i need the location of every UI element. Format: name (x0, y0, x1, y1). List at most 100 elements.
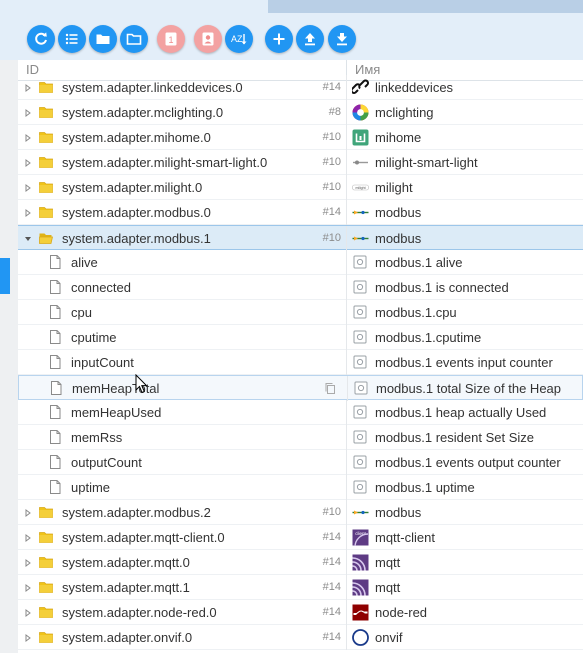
folder-icon (39, 130, 53, 144)
refresh-button[interactable] (27, 25, 55, 53)
table-row[interactable]: system.adapter.milight.0 #10 milight miligh… (18, 175, 583, 200)
state-row[interactable]: cputime modbus.1.cputime (18, 325, 583, 350)
bulb-icon (352, 154, 369, 171)
state-icon (352, 354, 369, 371)
collapse-folders-button[interactable] (89, 25, 117, 53)
object-id: system.adapter.mqtt.0 (62, 555, 190, 570)
state-row[interactable]: memHeapUsed modbus.1 heap actually Used (18, 400, 583, 425)
child-count-badge: #14 (322, 206, 341, 218)
mqtt-icon (352, 579, 369, 596)
upload-button[interactable] (296, 25, 324, 53)
user-filter-button[interactable] (194, 25, 222, 53)
expand-arrow-icon[interactable] (22, 500, 34, 525)
download-icon (337, 33, 347, 46)
expand-arrow-icon[interactable] (22, 100, 34, 125)
folder-icon (96, 34, 110, 44)
add-object-button[interactable] (265, 25, 293, 53)
toolbar: 1 AZ (0, 0, 583, 60)
state-row[interactable]: outputCount modbus.1 events output counte… (18, 450, 583, 475)
expand-arrow-icon[interactable] (22, 150, 34, 175)
expand-arrow-icon[interactable] (22, 125, 34, 150)
count-filter-button[interactable]: 1 (157, 25, 185, 53)
expand-arrow-icon[interactable] (22, 525, 34, 550)
object-id: memRss (71, 430, 123, 445)
svg-text:client: client (355, 531, 366, 536)
expand-arrow-icon[interactable] (22, 200, 34, 225)
object-name: modbus.1 resident Set Size (375, 430, 534, 445)
expand-arrow-icon[interactable] (22, 625, 34, 650)
table-row[interactable]: system.adapter.onvif.0 #14 onvif (18, 625, 583, 650)
object-name: milight-smart-light (375, 155, 478, 170)
state-row[interactable]: memHeapTotal modbus.1 total Size of the H… (18, 375, 583, 401)
object-id: system.adapter.onvif.0 (62, 630, 193, 645)
expand-arrow-icon[interactable] (22, 575, 34, 600)
table-row[interactable]: system.adapter.mqtt.0 #14 mqtt (18, 550, 583, 575)
object-name: mihome (375, 130, 422, 145)
child-count-badge: #10 (322, 156, 341, 168)
sort-button[interactable]: AZ (225, 25, 253, 53)
table-row[interactable]: system.adapter.modbus.2 #10 modbus (18, 500, 583, 525)
object-name: modbus.1 heap actually Used (375, 405, 547, 420)
file-icon (48, 330, 62, 344)
mqtt-icon (352, 554, 369, 571)
state-icon (352, 279, 369, 296)
folder-icon (39, 605, 53, 619)
state-row[interactable]: uptime modbus.1 uptime (18, 475, 583, 500)
column-divider (346, 125, 347, 150)
svg-text:1: 1 (168, 35, 173, 45)
file-icon (48, 405, 62, 419)
table-row[interactable]: system.adapter.milight-smart-light.0 #10 m… (18, 150, 583, 175)
column-divider (346, 226, 347, 251)
objects-tree-table: ID Имя system.adapter.linkeddevices.0 #14… (18, 60, 583, 653)
table-row[interactable]: system.adapter.mqtt.1 #14 mqtt (18, 575, 583, 600)
column-divider (346, 300, 347, 325)
table-row[interactable]: system.adapter.node-red.0 #14 node-red (18, 600, 583, 625)
download-button[interactable] (328, 25, 356, 53)
svg-text:milight: milight (355, 186, 365, 190)
folder-icon (39, 530, 53, 544)
modbus-icon (352, 230, 369, 247)
node-red-icon (352, 604, 369, 621)
upload-icon (305, 33, 315, 46)
object-id: memHeapUsed (71, 405, 162, 420)
expand-folders-button[interactable] (120, 25, 148, 53)
state-row[interactable]: cpu modbus.1.cpu (18, 300, 583, 325)
sort-az-icon: AZ (231, 34, 247, 45)
table-row[interactable]: system.adapter.mihome.0 #10 mihome (18, 125, 583, 150)
object-name: onvif (375, 630, 403, 645)
expand-arrow-icon[interactable] (22, 600, 34, 625)
object-id: system.adapter.milight-smart-light.0 (62, 155, 268, 170)
column-divider (346, 150, 347, 175)
state-row[interactable]: connected modbus.1 is connected (18, 275, 583, 300)
object-id: connected (71, 280, 131, 295)
object-name: modbus.1 is connected (375, 280, 509, 295)
milight-logo-icon: milight (352, 179, 369, 196)
user-icon (202, 32, 214, 46)
child-count-badge: #14 (322, 631, 341, 643)
table-row[interactable]: system.adapter.modbus.0 #14 modbus (18, 200, 583, 225)
table-row[interactable]: system.adapter.modbus.1 #10 modbus (18, 225, 583, 251)
list-view-button[interactable] (58, 25, 86, 53)
column-divider (346, 525, 347, 550)
expand-arrow-icon[interactable] (22, 550, 34, 575)
state-icon (352, 454, 369, 471)
state-row[interactable]: inputCount modbus.1 events input counter (18, 350, 583, 375)
copy-icon[interactable] (324, 382, 337, 395)
table-row[interactable]: system.adapter.mclighting.0 #8 mclighting (18, 100, 583, 125)
collapse-arrow-icon[interactable] (22, 226, 34, 251)
column-divider (346, 600, 347, 625)
object-id: inputCount (71, 355, 134, 370)
state-row[interactable]: memRss modbus.1 resident Set Size (18, 425, 583, 450)
object-name: mqtt (375, 580, 401, 595)
state-row[interactable]: alive modbus.1 alive (18, 250, 583, 275)
expand-arrow-icon[interactable] (22, 75, 34, 100)
column-divider (346, 75, 347, 100)
object-id: system.adapter.modbus.1 (62, 231, 211, 246)
column-divider (346, 475, 347, 500)
column-divider (346, 100, 347, 125)
table-row[interactable]: system.adapter.linkeddevices.0 #14 linkedd… (18, 75, 583, 100)
mihome-icon (352, 129, 369, 146)
expand-arrow-icon[interactable] (22, 175, 34, 200)
table-row[interactable]: system.adapter.mqtt-client.0 #14 client mqt… (18, 525, 583, 550)
folder-icon (39, 630, 53, 644)
